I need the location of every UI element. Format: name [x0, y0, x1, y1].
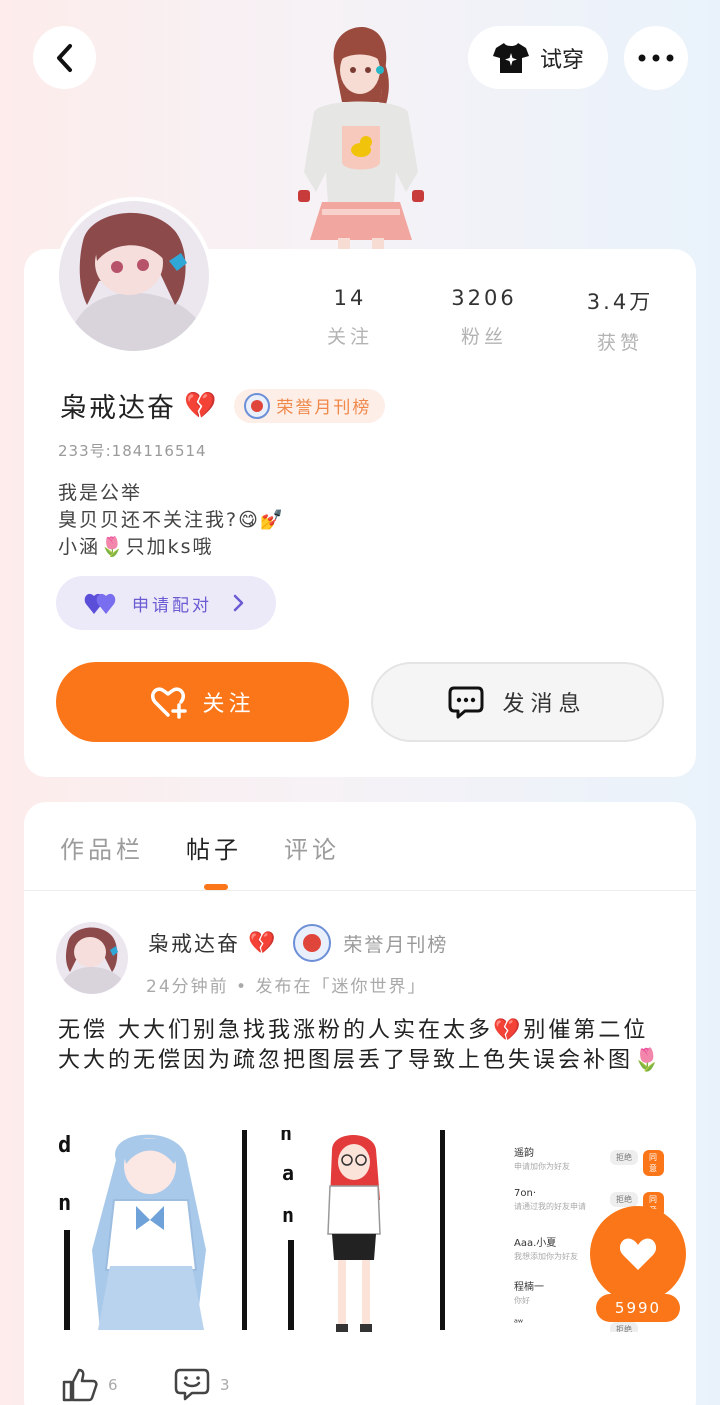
try-on-label: 试穿: [539, 47, 584, 73]
svg-text:n: n: [282, 1203, 294, 1227]
reject-button: 拒绝: [610, 1192, 638, 1207]
avatar[interactable]: [55, 197, 213, 355]
post-body[interactable]: 无偿 大大们别急找我涨粉的人实在太多💔别催第二位大大的无偿因为疏忽把图层丢了导致…: [58, 1016, 666, 1076]
post-meta: 24分钟前 • 发布在「迷你世界」: [146, 977, 427, 997]
bio: 我是公举 臭贝贝还不关注我?😋💅 小涵🌷只加ks哦: [58, 480, 286, 561]
stat-likes-value: 3.4万: [586, 290, 654, 314]
stat-following-value: 14: [333, 286, 367, 310]
post-image[interactable]: n a n: [280, 1130, 450, 1332]
back-button[interactable]: [33, 26, 96, 89]
double-heart-icon: [84, 593, 116, 614]
list-item-name: Aaa.小夏: [514, 1238, 557, 1249]
stat-fans-value: 3206: [451, 286, 517, 310]
stat-following[interactable]: 14 关注: [290, 286, 410, 349]
post-author-name[interactable]: 枭戒达奋: [148, 928, 240, 958]
list-item: ᵃʷ: [514, 1318, 523, 1329]
comment-icon: [174, 1368, 210, 1401]
list-item: 遥韵 申请加你为好友: [514, 1144, 570, 1172]
stat-likes-label: 获赞: [596, 332, 643, 354]
medal-icon: [244, 392, 271, 419]
list-item-sub: 申请加你为好友: [514, 1162, 570, 1171]
like-button[interactable]: 6: [62, 1368, 118, 1402]
svg-text:d: d: [58, 1133, 71, 1158]
broken-heart-emoji: 💔: [184, 390, 217, 421]
follow-button[interactable]: 关注: [56, 662, 349, 742]
tab-works[interactable]: 作品栏: [60, 830, 144, 865]
list-item-sub: 我想添加你为好友: [514, 1252, 578, 1261]
post-image[interactable]: d n: [56, 1130, 252, 1332]
bio-line: 我是公举: [58, 482, 143, 504]
list-item: 程楠一 你好: [514, 1278, 544, 1306]
request-pair-label: 申请配对: [132, 595, 212, 616]
reject-button: 拒绝: [610, 1150, 638, 1165]
tabs-divider: [24, 890, 696, 891]
svg-text:n: n: [280, 1130, 292, 1145]
comment-count: 3: [220, 1376, 230, 1394]
user-id: 233号:184116514: [58, 442, 207, 460]
stat-following-label: 关注: [326, 326, 373, 348]
request-pair-button[interactable]: 申请配对: [56, 576, 276, 630]
post-image-art: d n: [58, 1130, 247, 1330]
tshirt-sparkle-icon: [492, 42, 529, 73]
profile-name: 枭戒达奋: [60, 393, 176, 424]
send-message-button[interactable]: 发消息: [371, 662, 664, 742]
list-item-name: 7on·: [514, 1188, 536, 1199]
post-author-emoji: 💔: [248, 930, 276, 956]
chat-bubble-icon: [448, 686, 484, 719]
more-dots-icon: [638, 54, 674, 62]
more-options-button[interactable]: [624, 26, 688, 90]
post-author-avatar[interactable]: [56, 922, 128, 994]
profile-name-row: 枭戒达奋 💔 荣誉月刊榜: [60, 386, 386, 425]
medal-icon: [293, 924, 332, 962]
like-count: 6: [108, 1376, 118, 1394]
list-item-name: ᵃʷ: [514, 1318, 524, 1329]
profile-tabs: 作品栏 帖子 评论: [60, 830, 382, 865]
honor-badge-label: 荣誉月刊榜: [276, 398, 372, 418]
accept-button: 同意: [643, 1150, 664, 1176]
list-item-name: 程楠一: [514, 1282, 544, 1293]
post-author-row: 枭戒达奋 💔 荣誉月刊榜: [148, 924, 448, 962]
tab-comments[interactable]: 评论: [284, 830, 340, 865]
svg-text:n: n: [58, 1191, 71, 1216]
list-item-name: 遥韵: [514, 1148, 534, 1159]
list-item: 7on· 请通过我的好友申请: [514, 1188, 586, 1212]
send-message-label: 发消息: [502, 692, 587, 717]
list-item: Aaa.小夏 我想添加你为好友: [514, 1234, 578, 1262]
heart-fab-button[interactable]: [590, 1206, 686, 1302]
tab-posts[interactable]: 帖子: [186, 830, 242, 865]
heart-plus-icon: [151, 687, 188, 719]
post-badge-label: 荣誉月刊榜: [343, 933, 449, 956]
thumbs-up-icon: [62, 1368, 98, 1402]
follow-label: 关注: [202, 692, 255, 717]
heart-icon: [619, 1238, 657, 1270]
bio-line: 小涵🌷只加ks哦: [58, 536, 214, 558]
stat-fans[interactable]: 3206 粉丝: [424, 286, 544, 349]
avatar-figure: [298, 27, 424, 250]
try-on-button[interactable]: 试穿: [468, 26, 608, 89]
list-item-sub: 你好: [514, 1296, 530, 1305]
post-image-art: n a n: [280, 1130, 445, 1332]
heart-count-badge: 5990: [596, 1294, 680, 1322]
reject-button: 拒绝: [610, 1322, 638, 1332]
honor-badge[interactable]: 荣誉月刊榜: [234, 388, 386, 423]
svg-text:a: a: [282, 1161, 294, 1185]
stat-fans-label: 粉丝: [460, 326, 507, 348]
chevron-right-icon: [233, 594, 244, 612]
stat-likes[interactable]: 3.4万 获赞: [560, 286, 680, 355]
avatar-image: [59, 201, 209, 351]
bio-line: 臭贝贝还不关注我?😋💅: [58, 509, 286, 531]
chevron-left-icon: [56, 43, 72, 72]
comment-button[interactable]: 3: [174, 1368, 230, 1402]
post-avatar-image: [56, 922, 128, 994]
list-item-sub: 请通过我的好友申请: [514, 1202, 586, 1211]
